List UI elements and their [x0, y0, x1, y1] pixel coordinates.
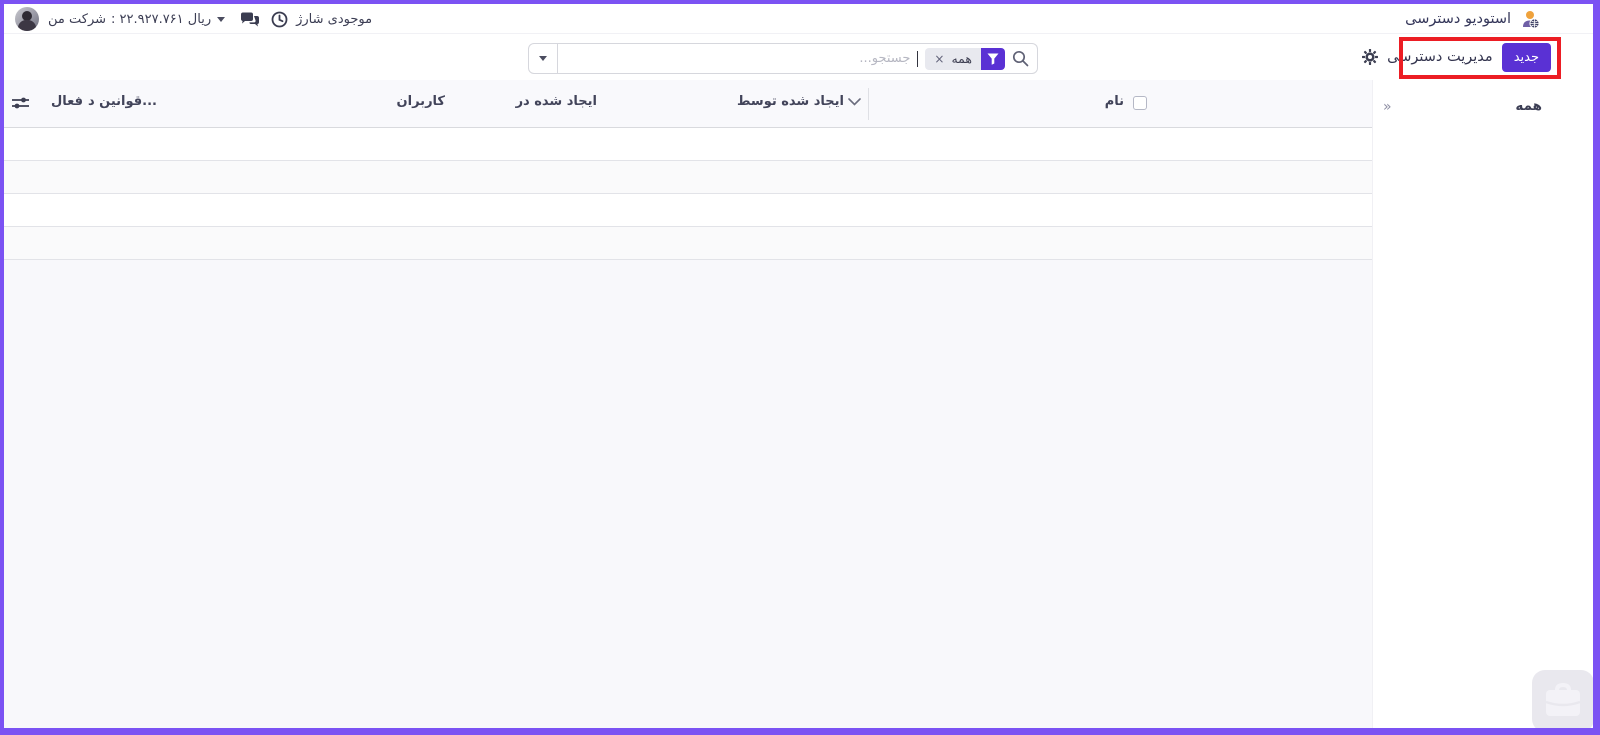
top-bar: شرکت من : ۲۲.۹۲۷.۷۶۱ ریال موجودی شارژ اس…	[4, 4, 1593, 34]
balance-label: موجودی شارژ	[296, 11, 373, 27]
list-row[interactable]	[4, 128, 1375, 161]
list-header: نام ایجاد شده توسط ایجاد شده در کاربران …	[4, 80, 1375, 128]
user-avatar[interactable]	[15, 7, 39, 31]
breadcrumb-zone: مدیریت دسترسی جدید	[1362, 42, 1551, 72]
column-sort-chevron-icon[interactable]	[848, 98, 861, 106]
facet-body: × همه	[925, 47, 981, 70]
app-menu[interactable]: استودیو دسترسی	[1405, 4, 1541, 34]
filter-facet: × همه	[925, 47, 1005, 70]
screenshot-frame-bottom	[0, 728, 1600, 735]
new-button[interactable]: جدید	[1501, 42, 1551, 72]
text-cursor	[917, 50, 919, 67]
briefcase-ghost-icon	[1532, 670, 1594, 732]
main-content: نام ایجاد شده توسط ایجاد شده در کاربران …	[4, 80, 1593, 728]
avatar-silhouette-body	[18, 20, 36, 31]
sidebar-filter-all[interactable]: همه	[1515, 98, 1542, 114]
balance-dropdown-caret-icon[interactable]	[217, 16, 226, 22]
column-header-users[interactable]: کاربران	[397, 94, 445, 109]
search-options-toggle[interactable]	[528, 43, 558, 74]
list-row[interactable]	[4, 161, 1375, 194]
balance-value: : ۲۲.۹۲۷.۷۶۱ ریال	[111, 11, 212, 27]
app-logo-icon	[1519, 8, 1541, 30]
company-switcher[interactable]: شرکت من	[48, 12, 106, 27]
search-box: × همه	[558, 43, 1038, 74]
column-header-rules[interactable]: قوانین د...	[88, 94, 157, 109]
filter-funnel-icon	[981, 47, 1005, 70]
list-view: نام ایجاد شده توسط ایجاد شده در کاربران …	[4, 80, 1375, 728]
app-title: استودیو دسترسی	[1405, 11, 1511, 27]
screenshot-frame-left	[0, 0, 4, 735]
column-header-created-by[interactable]: ایجاد شده توسط	[737, 94, 844, 109]
facet-remove-icon[interactable]: ×	[934, 53, 944, 65]
column-header-active[interactable]: فعال	[51, 94, 83, 109]
screenshot-frame-top	[0, 0, 1600, 4]
sidebar-collapse-icon[interactable]: »	[1383, 99, 1392, 115]
search-toggle-caret-icon	[539, 56, 547, 61]
control-panel: × همه	[4, 34, 1593, 80]
messages-icon[interactable]	[240, 11, 260, 28]
list-rows	[4, 128, 1375, 260]
activities-clock-icon[interactable]	[271, 11, 288, 28]
search-panel-sidebar: » همه	[1372, 80, 1593, 728]
adjust-columns-sliders-icon[interactable]	[11, 95, 30, 112]
systray: شرکت من : ۲۲.۹۲۷.۷۶۱ ریال موجودی شارژ	[15, 4, 372, 34]
facet-label: همه	[951, 51, 972, 66]
column-divider	[868, 88, 869, 120]
search-bar: × همه	[528, 43, 1038, 74]
search-input[interactable]	[568, 44, 911, 73]
select-all-checkbox[interactable]	[1133, 96, 1147, 110]
column-header-name[interactable]: نام	[1105, 94, 1124, 109]
gear-icon[interactable]	[1362, 49, 1379, 65]
breadcrumb-title: مدیریت دسترسی	[1387, 49, 1493, 65]
column-header-created-on[interactable]: ایجاد شده در	[516, 94, 597, 109]
search-magnifier-icon[interactable]	[1012, 50, 1029, 67]
screenshot-frame-right	[1593, 0, 1600, 735]
list-row[interactable]	[4, 227, 1375, 260]
list-row[interactable]	[4, 194, 1375, 227]
